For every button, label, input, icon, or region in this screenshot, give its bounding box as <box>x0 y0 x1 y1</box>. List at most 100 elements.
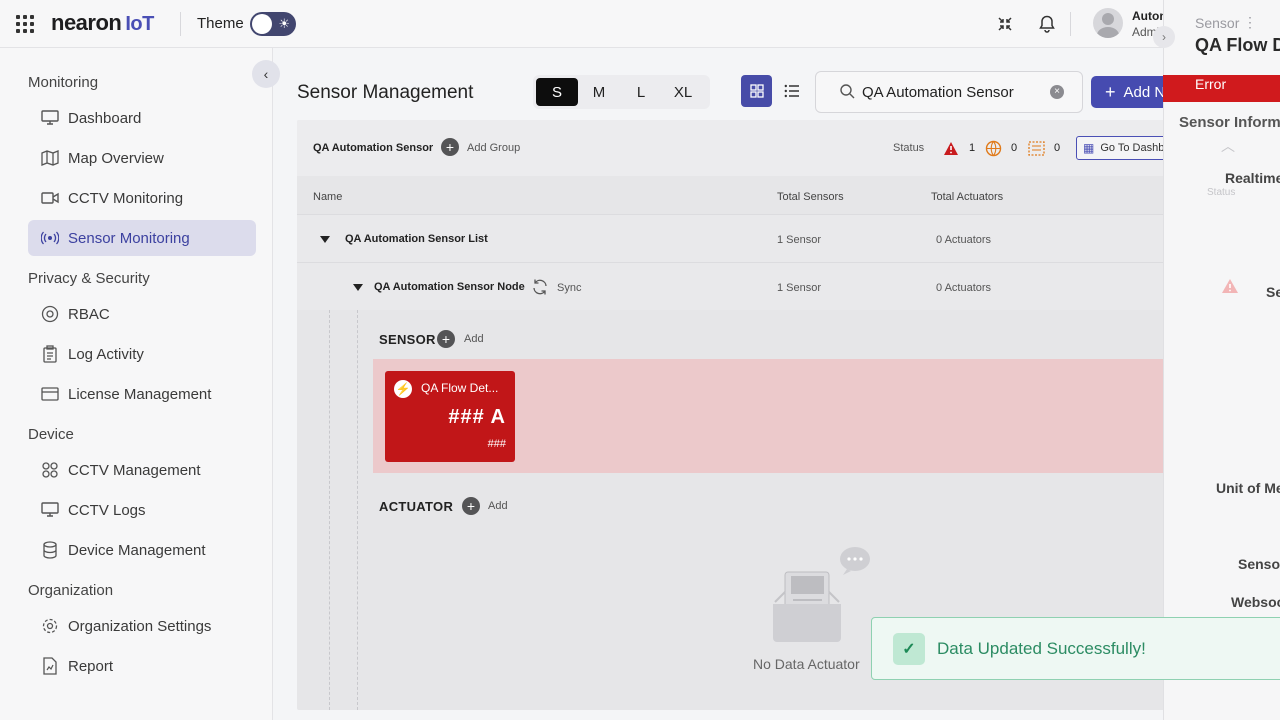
theme-toggle[interactable]: ☀ <box>250 12 296 36</box>
divider <box>180 12 181 36</box>
size-xl-button[interactable]: XL <box>662 78 704 106</box>
column-total-actuators: Total Actuators <box>931 191 1004 203</box>
add-sensor-link[interactable]: Add <box>464 333 484 345</box>
drawer-title: QA Flow D <box>1195 35 1280 55</box>
add-actuator-icon[interactable]: + <box>462 497 480 515</box>
column-name: Name <box>313 191 343 203</box>
websocket-label: Websoc <box>1231 594 1280 610</box>
warning-triangle-icon <box>942 139 960 157</box>
sidebar-item-label: Device Management <box>68 541 206 559</box>
node-name: QA Automation Sensor Node <box>374 281 525 293</box>
chevron-up-icon[interactable]: ︿ <box>1221 136 1235 156</box>
realtime-label: Realtime <box>1225 170 1280 186</box>
size-selector: S M L XL <box>533 75 710 109</box>
divider <box>1070 12 1071 36</box>
actuator-section-label: ACTUATOR <box>379 499 454 514</box>
list-view-icon <box>784 84 799 98</box>
view-toggle <box>741 75 807 109</box>
status-badge-text: Error <box>1195 76 1227 92</box>
at-icon <box>40 304 60 324</box>
sidebar-item-report[interactable]: Report <box>28 648 256 684</box>
clear-search-icon[interactable]: × <box>1050 85 1064 99</box>
size-s-button[interactable]: S <box>536 78 578 106</box>
sidebar-item-sensor-monitoring[interactable]: Sensor Monitoring <box>28 220 256 256</box>
search-input[interactable] <box>862 83 1052 101</box>
sync-icon[interactable] <box>531 278 549 301</box>
top-bar: nearonIoT Theme ☀ Automation S Administr… <box>0 0 1280 48</box>
sensor-unit: ### <box>487 438 506 450</box>
collapse-sidebar-button[interactable]: ‹ <box>252 60 280 88</box>
sidebar-item-label: Organization Settings <box>68 617 212 635</box>
sidebar-item-cctv-monitoring[interactable]: CCTV Monitoring <box>28 180 256 216</box>
success-toast: ✓ Data Updated Successfully! <box>871 617 1280 680</box>
sidebar-item-label: CCTV Management <box>68 461 201 479</box>
app-grid-icon[interactable] <box>16 15 34 33</box>
sensor-card[interactable]: ⚡ QA Flow Det... ### A ### <box>385 371 515 462</box>
sidebar-item-label: CCTV Logs <box>68 501 146 519</box>
drawer-type-label: Sensor <box>1195 15 1240 31</box>
add-sensor-icon[interactable]: + <box>437 330 455 348</box>
sidebar-item-dashboard[interactable]: Dashboard <box>28 100 256 136</box>
size-m-button[interactable]: M <box>578 78 620 106</box>
grid-view-button[interactable] <box>741 75 772 107</box>
sensor-name: QA Flow Det... <box>421 381 499 395</box>
sidebar-item-rbac[interactable]: RBAC <box>28 296 256 332</box>
sidebar-item-label: Report <box>68 657 114 675</box>
sun-icon: ☀ <box>278 16 290 31</box>
section-title-monitoring: Monitoring <box>28 74 99 91</box>
sidebar: Monitoring Dashboard Map Overview CCTV M… <box>0 48 273 720</box>
list-view-button[interactable] <box>776 75 807 107</box>
page-title: Sensor Management <box>297 82 474 103</box>
sidebar-item-license-management[interactable]: License Management <box>28 376 256 412</box>
monitor-icon <box>40 108 60 128</box>
offline-count: 0 <box>1011 142 1018 154</box>
sidebar-item-log-activity[interactable]: Log Activity <box>28 336 256 372</box>
table-row[interactable]: QA Automation Sensor Node Sync 1 Sensor … <box>297 262 1257 310</box>
sidebar-item-organization-settings[interactable]: Organization Settings <box>28 608 256 644</box>
no-data-text: No Data Actuator <box>753 656 860 672</box>
sidebar-item-label: Sensor Monitoring <box>68 229 190 247</box>
video-icon <box>40 188 60 208</box>
card-icon <box>40 384 60 404</box>
actuator-count: 0 Actuators <box>936 234 992 246</box>
sensor-count: 1 Sensor <box>777 234 822 246</box>
actuator-count: 0 Actuators <box>936 282 992 294</box>
grid-view-icon <box>749 84 764 98</box>
caret-down-icon[interactable] <box>320 236 330 243</box>
bell-icon[interactable] <box>1035 12 1059 36</box>
plus-icon: + <box>1105 81 1116 102</box>
section-title-privacy: Privacy & Security <box>28 270 150 287</box>
sidebar-item-cctv-logs[interactable]: CCTV Logs <box>28 492 256 528</box>
alert-box-icon <box>1027 139 1045 157</box>
sensor-value: ### A <box>448 406 506 428</box>
clipboard-icon <box>40 344 60 364</box>
add-actuator-link[interactable]: Add <box>488 500 508 512</box>
tree-guide <box>329 310 330 710</box>
sync-link[interactable]: Sync <box>557 282 581 294</box>
add-group-icon[interactable]: + <box>441 138 459 156</box>
fullscreen-exit-icon[interactable] <box>993 12 1017 36</box>
group-name: QA Automation Sensor <box>313 142 434 154</box>
sidebar-item-label: License Management <box>68 385 212 403</box>
toast-message: Data Updated Successfully! <box>937 638 1146 658</box>
drawer-warning-icon <box>1221 278 1239 299</box>
drawer-collapse-button[interactable]: › <box>1153 26 1175 48</box>
sensor-section-label: SENSOR <box>379 332 436 347</box>
sidebar-item-cctv-management[interactable]: CCTV Management <box>28 452 256 488</box>
more-options-icon[interactable]: ⋮ <box>1243 14 1257 31</box>
unit-of-measure-label: Unit of Me <box>1216 480 1280 496</box>
caret-down-icon[interactable] <box>353 284 363 291</box>
column-total-sensors: Total Sensors <box>777 191 844 203</box>
sidebar-item-device-management[interactable]: Device Management <box>28 532 256 568</box>
sidebar-item-label: CCTV Monitoring <box>68 189 184 207</box>
add-group-link[interactable]: Add Group <box>467 142 520 154</box>
table-row[interactable]: QA Automation Sensor List 1 Sensor 0 Act… <box>297 214 1257 262</box>
size-l-button[interactable]: L <box>620 78 662 106</box>
search-box: × <box>815 71 1083 113</box>
sidebar-item-map-overview[interactable]: Map Overview <box>28 140 256 176</box>
tree-guide <box>357 310 358 710</box>
sensor-label: Senso <box>1238 556 1280 572</box>
avatar[interactable] <box>1093 8 1123 38</box>
status-label: Status <box>893 142 925 154</box>
sensor-icon <box>40 228 60 248</box>
